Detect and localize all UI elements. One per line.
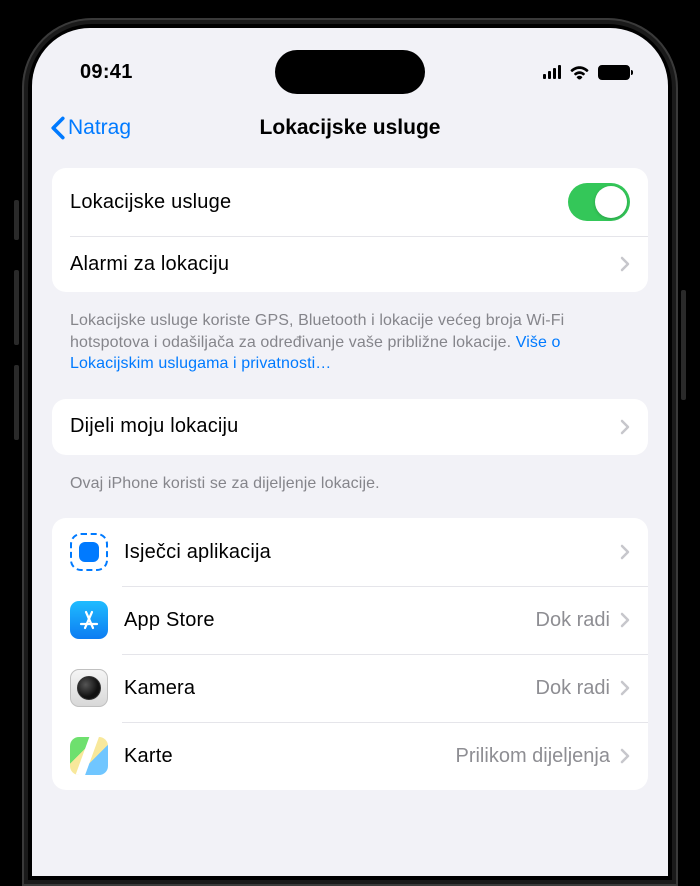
chevron-left-icon: [50, 116, 66, 140]
camera-icon: [70, 669, 108, 707]
wifi-icon: [569, 65, 590, 80]
back-button[interactable]: Natrag: [42, 116, 131, 140]
nav-bar: Natrag Lokacijske usluge: [32, 98, 668, 158]
battery-icon: [598, 65, 630, 80]
footer-text-body: Lokacijske usluge koriste GPS, Bluetooth…: [70, 312, 564, 351]
row-label: Karte: [124, 745, 455, 768]
row-maps[interactable]: Karte Prilikom dijeljenja: [52, 722, 648, 790]
back-label: Natrag: [68, 116, 131, 140]
row-value: Dok radi: [536, 677, 610, 700]
maps-icon: [70, 737, 108, 775]
row-label: Isječci aplikacija: [124, 541, 610, 564]
location-services-toggle[interactable]: [568, 183, 630, 221]
row-share-location[interactable]: Dijeli moju lokaciju: [52, 399, 648, 455]
row-location-alerts[interactable]: Alarmi za lokaciju: [52, 236, 648, 292]
page-title: Lokacijske usluge: [260, 116, 441, 140]
settings-group-share: Dijeli moju lokaciju: [52, 399, 648, 455]
footer-share-location: Ovaj iPhone koristi se za dijeljenje lok…: [52, 465, 648, 519]
row-app-store[interactable]: App Store Dok radi: [52, 586, 648, 654]
row-label: Alarmi za lokaciju: [70, 253, 620, 276]
cellular-signal-icon: [543, 65, 562, 79]
app-store-icon: [70, 601, 108, 639]
chevron-right-icon: [620, 680, 630, 696]
settings-group-apps: Isječci aplikacija App Store Dok radi: [52, 518, 648, 790]
chevron-right-icon: [620, 419, 630, 435]
dynamic-island: [275, 50, 425, 94]
row-app-clips[interactable]: Isječci aplikacija: [52, 518, 648, 586]
chevron-right-icon: [620, 612, 630, 628]
row-label: Lokacijske usluge: [70, 191, 568, 214]
row-label: Kamera: [124, 677, 536, 700]
row-location-services[interactable]: Lokacijske usluge: [52, 168, 648, 236]
chevron-right-icon: [620, 256, 630, 272]
status-time: 09:41: [80, 61, 133, 84]
row-value: Dok radi: [536, 609, 610, 632]
row-camera[interactable]: Kamera Dok radi: [52, 654, 648, 722]
footer-location-services: Lokacijske usluge koriste GPS, Bluetooth…: [52, 302, 648, 399]
row-label: App Store: [124, 609, 536, 632]
row-value: Prilikom dijeljenja: [455, 745, 610, 768]
app-clips-icon: [70, 533, 108, 571]
chevron-right-icon: [620, 748, 630, 764]
chevron-right-icon: [620, 544, 630, 560]
settings-group-main: Lokacijske usluge Alarmi za lokaciju: [52, 168, 648, 292]
row-label: Dijeli moju lokaciju: [70, 415, 620, 438]
